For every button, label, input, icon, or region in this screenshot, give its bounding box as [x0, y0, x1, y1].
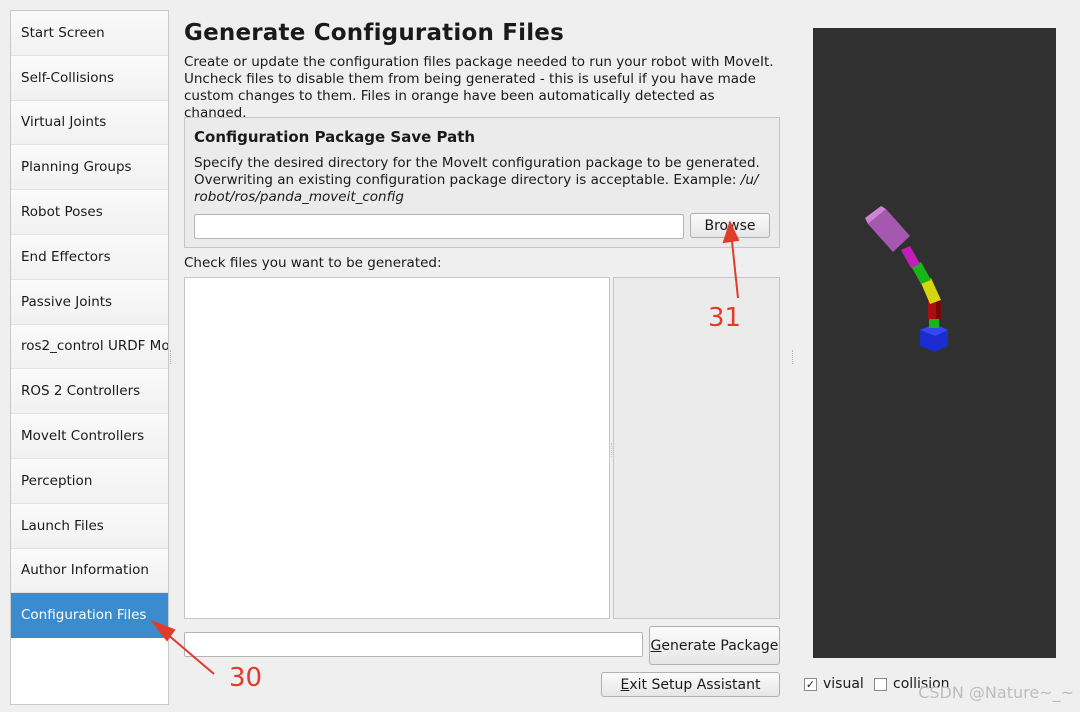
sidebar-item-label: Launch Files — [21, 517, 104, 534]
save-path-description-line: robot/ros/panda_moveit_config — [194, 189, 770, 206]
sidebar-item-self-collisions[interactable]: Self-Collisions — [11, 55, 168, 101]
sidebar-item-label: Author Information — [21, 562, 149, 579]
sidebar-item-perception[interactable]: Perception — [11, 458, 168, 504]
sidebar-item-label: ROS 2 Controllers — [21, 383, 141, 400]
sidebar-item-virtual-joints[interactable]: Virtual Joints — [11, 100, 168, 146]
splitter-handle[interactable] — [792, 350, 794, 364]
sidebar-item-start-screen[interactable]: Start Screen — [11, 11, 168, 56]
robot-link-green — [929, 318, 939, 328]
page-description: Create or update the configuration files… — [184, 54, 780, 122]
sidebar-item-robot-poses[interactable]: Robot Poses — [11, 190, 168, 235]
robot-model — [865, 206, 948, 352]
files-list[interactable] — [184, 277, 610, 619]
splitter-handle[interactable] — [611, 443, 613, 457]
sidebar-item-planning-groups[interactable]: Planning Groups — [11, 145, 168, 191]
watermark: CSDN @Nature~_~ — [918, 683, 1074, 702]
sidebar-item-label: Robot Poses — [21, 204, 103, 221]
save-path-group: Configuration Package Save Path Specify … — [184, 117, 780, 248]
sidebar-item-launch-files[interactable]: Launch Files — [11, 503, 168, 549]
save-path-description: Specify the desired directory for the Mo… — [194, 155, 770, 206]
visual-checkbox[interactable]: ✓ — [804, 677, 817, 691]
sidebar: Start Screen Self-Collisions Virtual Joi… — [10, 10, 169, 705]
visual-label: visual — [823, 676, 864, 692]
sidebar-item-moveit-controllers[interactable]: MoveIt Controllers — [11, 414, 168, 459]
annotation-label-31: 31 — [708, 303, 742, 333]
sidebar-item-label: End Effectors — [21, 248, 111, 265]
description-line: Uncheck files to disable them from being… — [184, 71, 756, 87]
sidebar-item-ros2-controllers[interactable]: ROS 2 Controllers — [11, 369, 168, 415]
generate-package-button[interactable]: Generate Package — [649, 626, 780, 665]
sidebar-item-label: ros2_control URDF Modifications — [21, 338, 168, 355]
button-label: enerate Package — [661, 637, 779, 654]
mnemonic-letter: G — [650, 637, 662, 654]
sidebar-item-label: Virtual Joints — [21, 114, 107, 131]
sidebar-item-ros2-control[interactable]: ros2_control URDF Modifications — [11, 324, 168, 370]
sidebar-item-configuration-files[interactable]: Configuration Files — [11, 593, 168, 639]
visual-toggle[interactable]: ✓ visual — [804, 676, 864, 692]
sidebar-item-label: Passive Joints — [21, 293, 113, 310]
robot-link-magenta — [901, 246, 920, 268]
page-title: Generate Configuration Files — [184, 20, 564, 46]
sidebar-item-label: MoveIt Controllers — [21, 428, 145, 445]
sidebar-item-label: Self-Collisions — [21, 69, 115, 86]
collision-checkbox[interactable] — [874, 677, 887, 691]
save-path-description-line: Overwriting an existing configuration pa… — [194, 172, 770, 189]
save-path-example: robot/ros/panda_moveit_config — [194, 189, 404, 205]
save-path-description-text: Overwriting an existing configuration pa… — [194, 172, 741, 188]
robot-joint-red-side — [936, 299, 941, 319]
sidebar-item-label: Start Screen — [21, 24, 105, 41]
sidebar-item-passive-joints[interactable]: Passive Joints — [11, 279, 168, 325]
main-panel: Generate Configuration Files Create or u… — [184, 20, 780, 122]
sidebar-item-label: Configuration Files — [21, 607, 147, 624]
button-label: xit Setup Assistant — [629, 676, 761, 693]
save-path-input[interactable] — [194, 214, 684, 239]
file-description-panel — [613, 277, 780, 619]
files-label: Check files you want to be generated: — [184, 255, 442, 271]
annotation-label-30: 30 — [229, 663, 263, 693]
exit-setup-assistant-button[interactable]: Exit Setup Assistant — [601, 672, 780, 697]
save-path-description-line: Specify the desired directory for the Mo… — [194, 155, 760, 171]
description-line: Create or update the configuration files… — [184, 54, 774, 70]
browse-button[interactable]: Browse — [690, 213, 770, 238]
sidebar-item-author-information[interactable]: Author Information — [11, 548, 168, 594]
generate-status-field[interactable] — [184, 632, 643, 657]
sidebar-item-label: Planning Groups — [21, 159, 132, 176]
save-path-title: Configuration Package Save Path — [194, 128, 476, 146]
robot-3d-viewer[interactable] — [813, 28, 1056, 658]
sidebar-item-label: Perception — [21, 472, 93, 489]
splitter-handle[interactable] — [170, 350, 172, 364]
mnemonic-letter: E — [620, 676, 630, 693]
save-path-example: /u/ — [740, 172, 759, 188]
sidebar-item-end-effectors[interactable]: End Effectors — [11, 234, 168, 280]
